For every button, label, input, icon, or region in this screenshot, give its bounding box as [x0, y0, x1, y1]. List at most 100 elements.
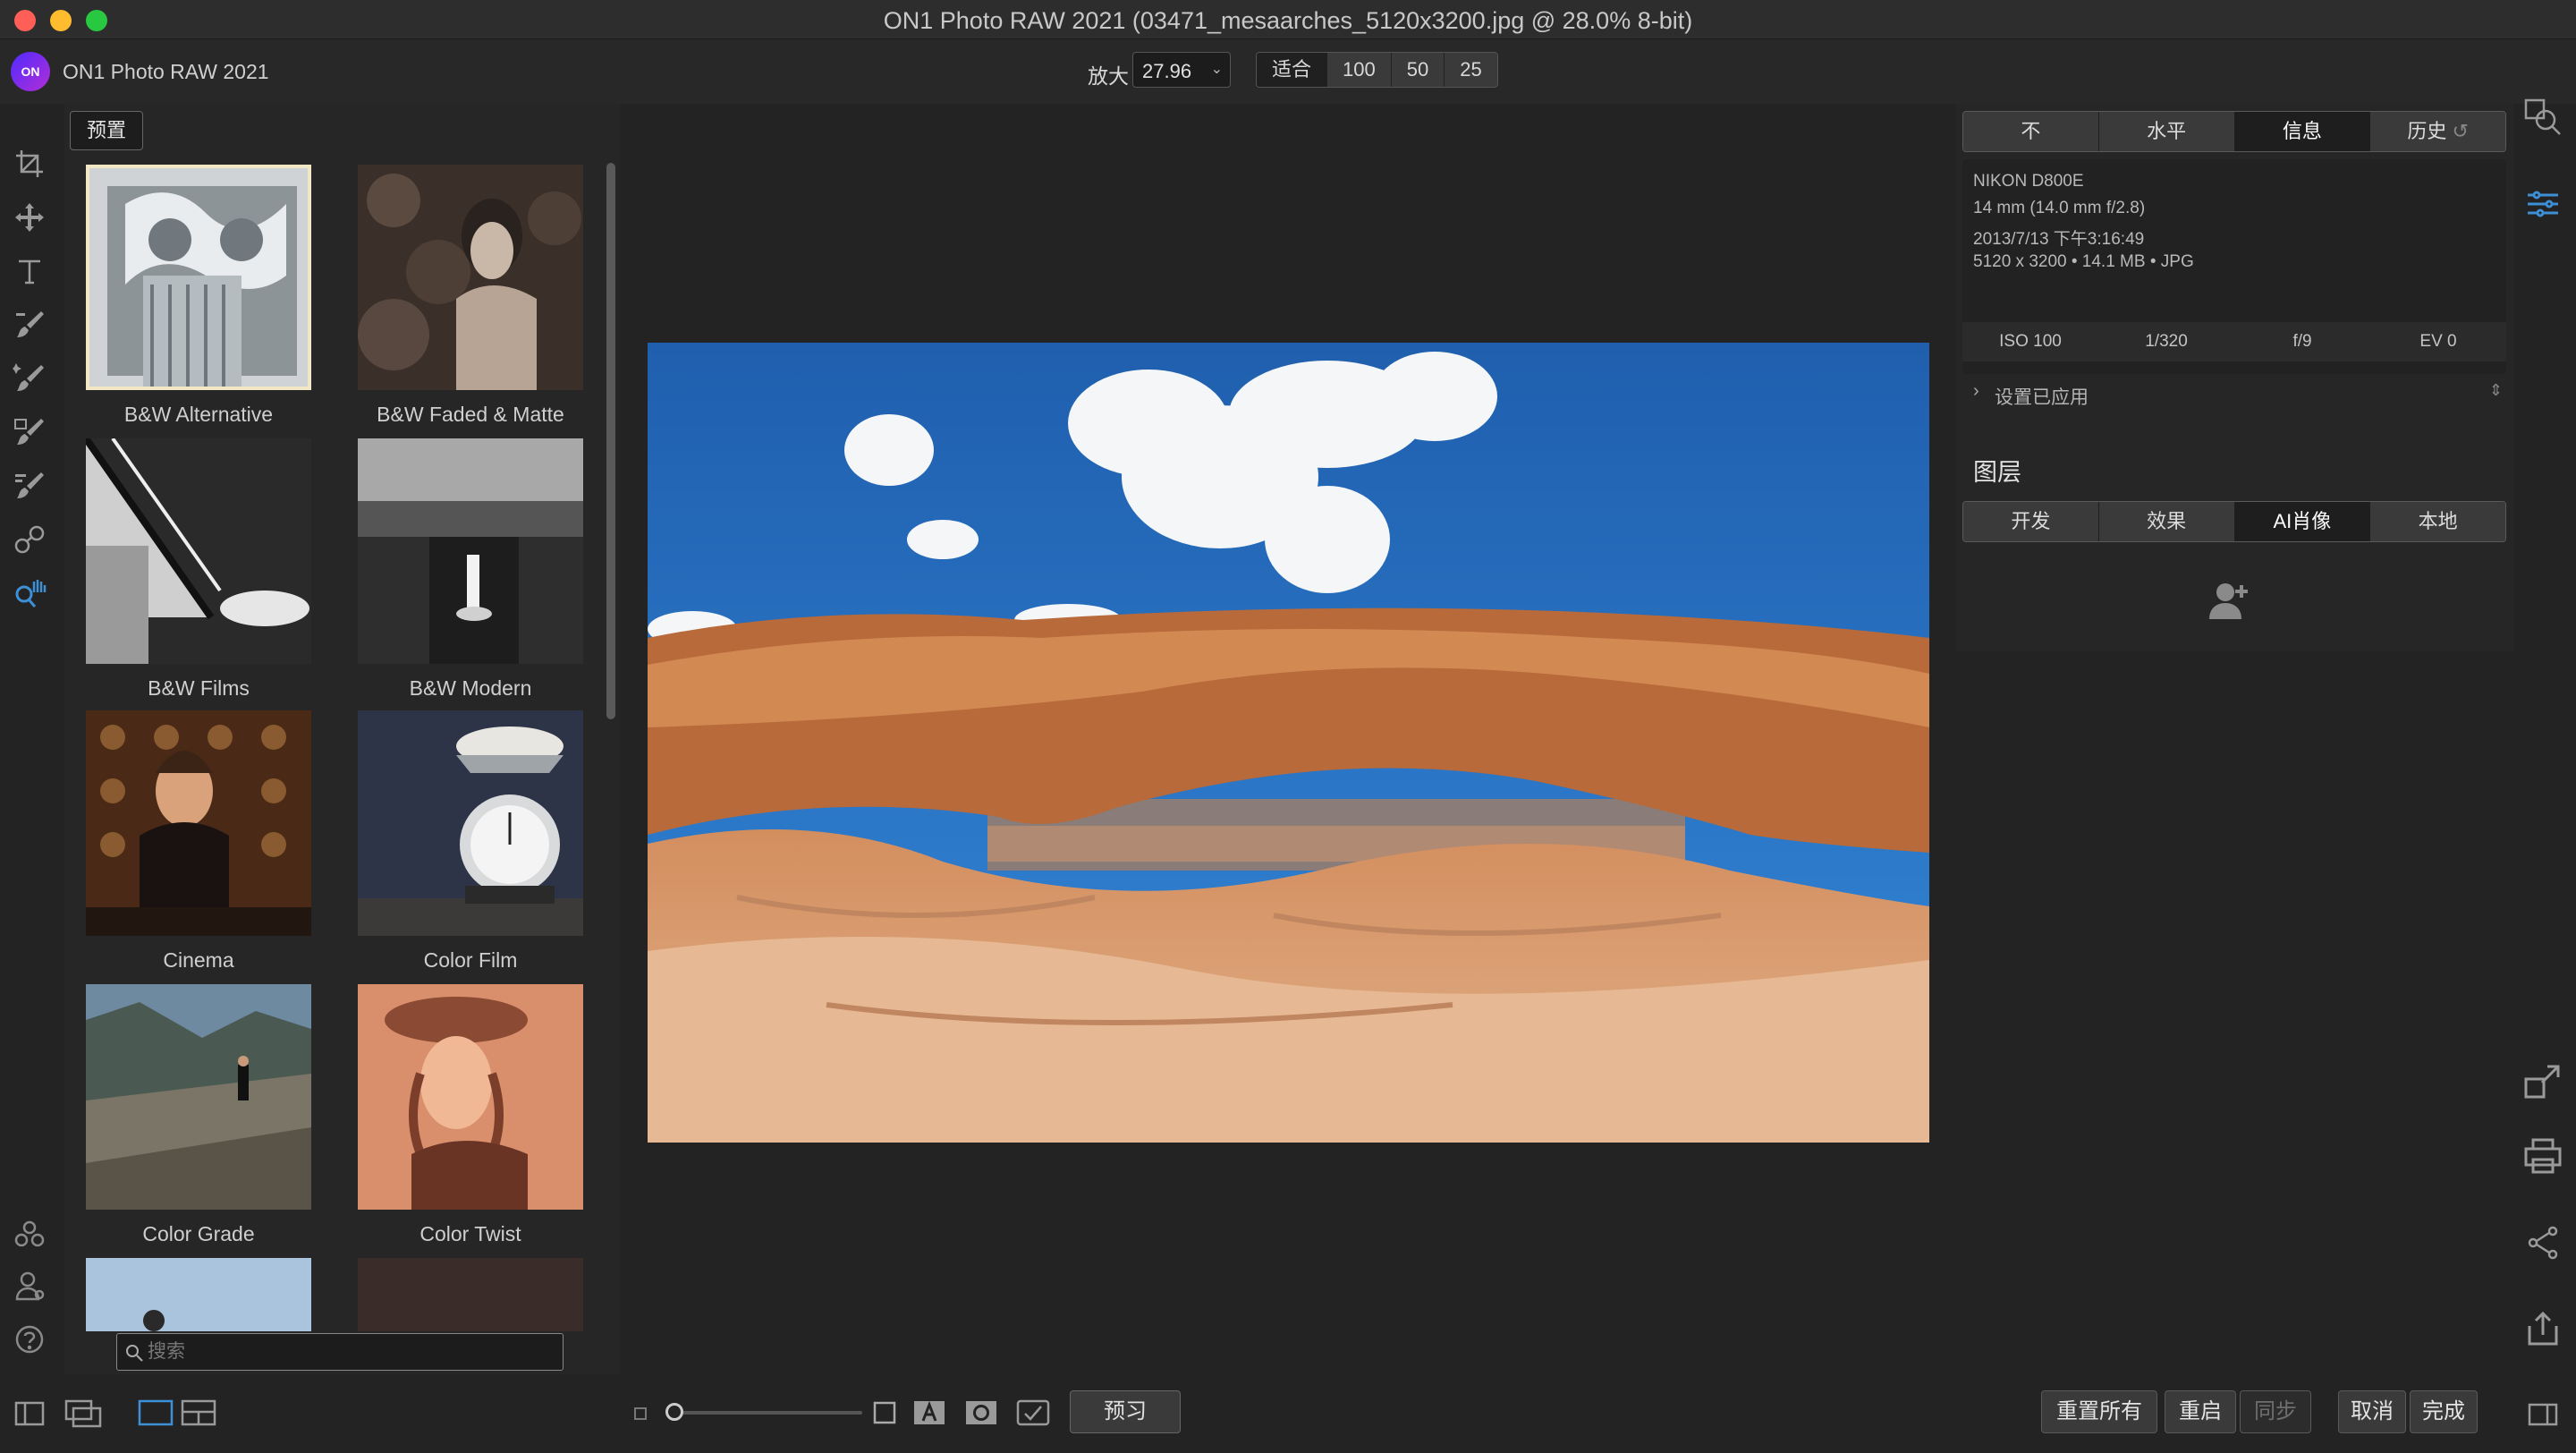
- presets-tab[interactable]: 预置: [70, 111, 143, 150]
- text-icon[interactable]: [13, 254, 47, 288]
- settings-applied-row[interactable]: › 设置已应用 ⇕: [1962, 372, 2506, 413]
- presets-scrollbar[interactable]: [606, 163, 615, 719]
- overlay-text-icon[interactable]: [912, 1399, 946, 1426]
- preset-color-film[interactable]: Color Film: [358, 710, 583, 973]
- view-tabs: 不 水平 信息 历史 ↺: [1962, 111, 2506, 152]
- app-name: ON1 Photo RAW 2021: [63, 60, 269, 83]
- lens-info: 14 mm (14.0 mm f/2.8): [1973, 199, 2146, 217]
- zoom-label: 放大: [1088, 64, 1129, 88]
- preset-thumbnail: [86, 1258, 311, 1331]
- chevron-right-icon: ›: [1973, 381, 1979, 401]
- preset-thumbnail: [358, 984, 583, 1210]
- title-bar: ON1 Photo RAW 2021 (03471_mesaarches_512…: [0, 0, 2576, 39]
- view-hand-icon[interactable]: [13, 576, 47, 610]
- preset-label: Color Twist: [419, 1222, 521, 1245]
- masking-brush-icon[interactable]: [13, 415, 47, 449]
- zoom-value: 27.96: [1142, 60, 1192, 82]
- zoom-50-button[interactable]: 50: [1391, 53, 1445, 87]
- preset-search-box: [116, 1333, 564, 1371]
- size-slider-thumb[interactable]: [665, 1403, 683, 1421]
- layer-tabs: 开发 效果 AI肖像 本地: [1962, 501, 2506, 542]
- preset-label: B&W Faded & Matte: [377, 403, 564, 426]
- exif-aperture: f/9: [2292, 332, 2312, 351]
- preset-partial[interactable]: [358, 1258, 583, 1331]
- ai-portrait-icon[interactable]: [13, 1217, 47, 1251]
- preset-bw-modern[interactable]: B&W Modern: [358, 438, 583, 701]
- presets-panel: 预置 B&W Alternative B&W Faded & Matte B&W…: [64, 104, 621, 1374]
- preset-thumbnail: [86, 710, 311, 936]
- preset-bw-films[interactable]: B&W Films: [86, 438, 311, 701]
- tab-info[interactable]: 信息: [2234, 112, 2371, 151]
- small-square-icon: [634, 1407, 647, 1420]
- print-icon[interactable]: [2522, 1136, 2563, 1177]
- edit-sliders-icon[interactable]: [2522, 184, 2563, 225]
- settings-applied-label: 设置已应用: [1995, 387, 2089, 408]
- size-slider-track[interactable]: [671, 1411, 862, 1415]
- tab-history[interactable]: 历史 ↺: [2370, 112, 2505, 151]
- retouch-brush-icon[interactable]: [13, 361, 47, 395]
- large-square-icon: [873, 1401, 896, 1424]
- help-icon[interactable]: [13, 1322, 47, 1356]
- exif-row: ISO 100 1/320 f/9 EV 0: [1962, 322, 2506, 361]
- exif-iso: ISO 100: [1999, 332, 2062, 351]
- exif-shutter: 1/320: [2145, 332, 2188, 351]
- reset-all-button[interactable]: 重置所有: [2041, 1390, 2157, 1433]
- preset-color-grade[interactable]: Color Grade: [86, 984, 311, 1246]
- preset-color-twist[interactable]: Color Twist: [358, 984, 583, 1246]
- zoom-25-button[interactable]: 25: [1445, 53, 1497, 87]
- tab-local[interactable]: 本地: [2370, 502, 2505, 541]
- user-icon[interactable]: [13, 1269, 47, 1303]
- filmstrip-icon[interactable]: [64, 1399, 102, 1428]
- share-icon[interactable]: [2522, 1222, 2563, 1263]
- preset-cinema[interactable]: Cinema: [86, 710, 311, 973]
- tab-history-label: 历史: [2407, 120, 2447, 142]
- export-icon[interactable]: [2522, 1308, 2563, 1349]
- preset-bw-faded-matte[interactable]: B&W Faded & Matte: [358, 165, 583, 427]
- app-logo-icon[interactable]: ON: [11, 52, 50, 91]
- preset-thumbnail: [358, 1258, 583, 1331]
- zoom-100-button[interactable]: 100: [1327, 53, 1392, 87]
- reset-button[interactable]: 重启: [2165, 1390, 2236, 1433]
- crop-icon[interactable]: [13, 147, 47, 181]
- preset-thumbnail: [358, 710, 583, 936]
- browse-zoom-icon[interactable]: [2522, 97, 2563, 138]
- compare-view-icon[interactable]: [181, 1399, 216, 1426]
- zoom-fit-button[interactable]: 适合: [1257, 53, 1328, 87]
- updown-icon: ⇕: [2488, 381, 2503, 399]
- resize-icon[interactable]: [2522, 1061, 2563, 1102]
- add-person-icon[interactable]: [2207, 578, 2252, 623]
- capture-date: 2013/7/13 下午3:16:49: [1973, 230, 2145, 249]
- toggle-right-panel-icon[interactable]: [2528, 1403, 2558, 1426]
- preset-label: Color Film: [423, 948, 518, 972]
- preset-partial[interactable]: [86, 1258, 311, 1331]
- preset-thumbnail: [86, 984, 311, 1210]
- preset-thumbnail: [86, 438, 311, 664]
- search-input[interactable]: [148, 1334, 550, 1370]
- camera-model: NIKON D800E: [1973, 172, 2084, 191]
- search-icon: [126, 1345, 143, 1362]
- zoom-select[interactable]: 27.96 ⌄: [1132, 52, 1231, 88]
- preset-thumbnail: [86, 165, 311, 390]
- toggle-left-panel-icon[interactable]: [14, 1401, 45, 1426]
- adjustment-brush-icon[interactable]: [13, 308, 47, 342]
- preset-thumbnail: [358, 165, 583, 390]
- tab-none[interactable]: 不: [1963, 112, 2099, 151]
- perfect-eraser-icon[interactable]: [13, 523, 47, 557]
- sync-button[interactable]: 同步: [2240, 1390, 2311, 1433]
- cancel-button[interactable]: 取消: [2338, 1390, 2406, 1433]
- done-button[interactable]: 完成: [2410, 1390, 2478, 1433]
- refine-brush-icon[interactable]: [13, 469, 47, 503]
- main-photo[interactable]: [648, 343, 1929, 1143]
- single-view-icon[interactable]: [138, 1399, 174, 1426]
- tab-horizontal[interactable]: 水平: [2098, 112, 2235, 151]
- mask-view-icon[interactable]: [964, 1399, 998, 1426]
- preset-bw-alternative[interactable]: B&W Alternative: [86, 165, 311, 427]
- bottom-bar: 预习 重置所有 重启 同步 取消 完成: [0, 1374, 2576, 1453]
- tab-develop[interactable]: 开发: [1963, 502, 2099, 541]
- tab-ai-portrait[interactable]: AI肖像: [2234, 502, 2371, 541]
- file-info: 5120 x 3200 • 14.1 MB • JPG: [1973, 252, 2194, 271]
- tab-effects[interactable]: 效果: [2098, 502, 2235, 541]
- preview-button[interactable]: 预习: [1070, 1390, 1181, 1433]
- transform-icon[interactable]: [13, 200, 47, 234]
- clipping-view-icon[interactable]: [1016, 1399, 1050, 1426]
